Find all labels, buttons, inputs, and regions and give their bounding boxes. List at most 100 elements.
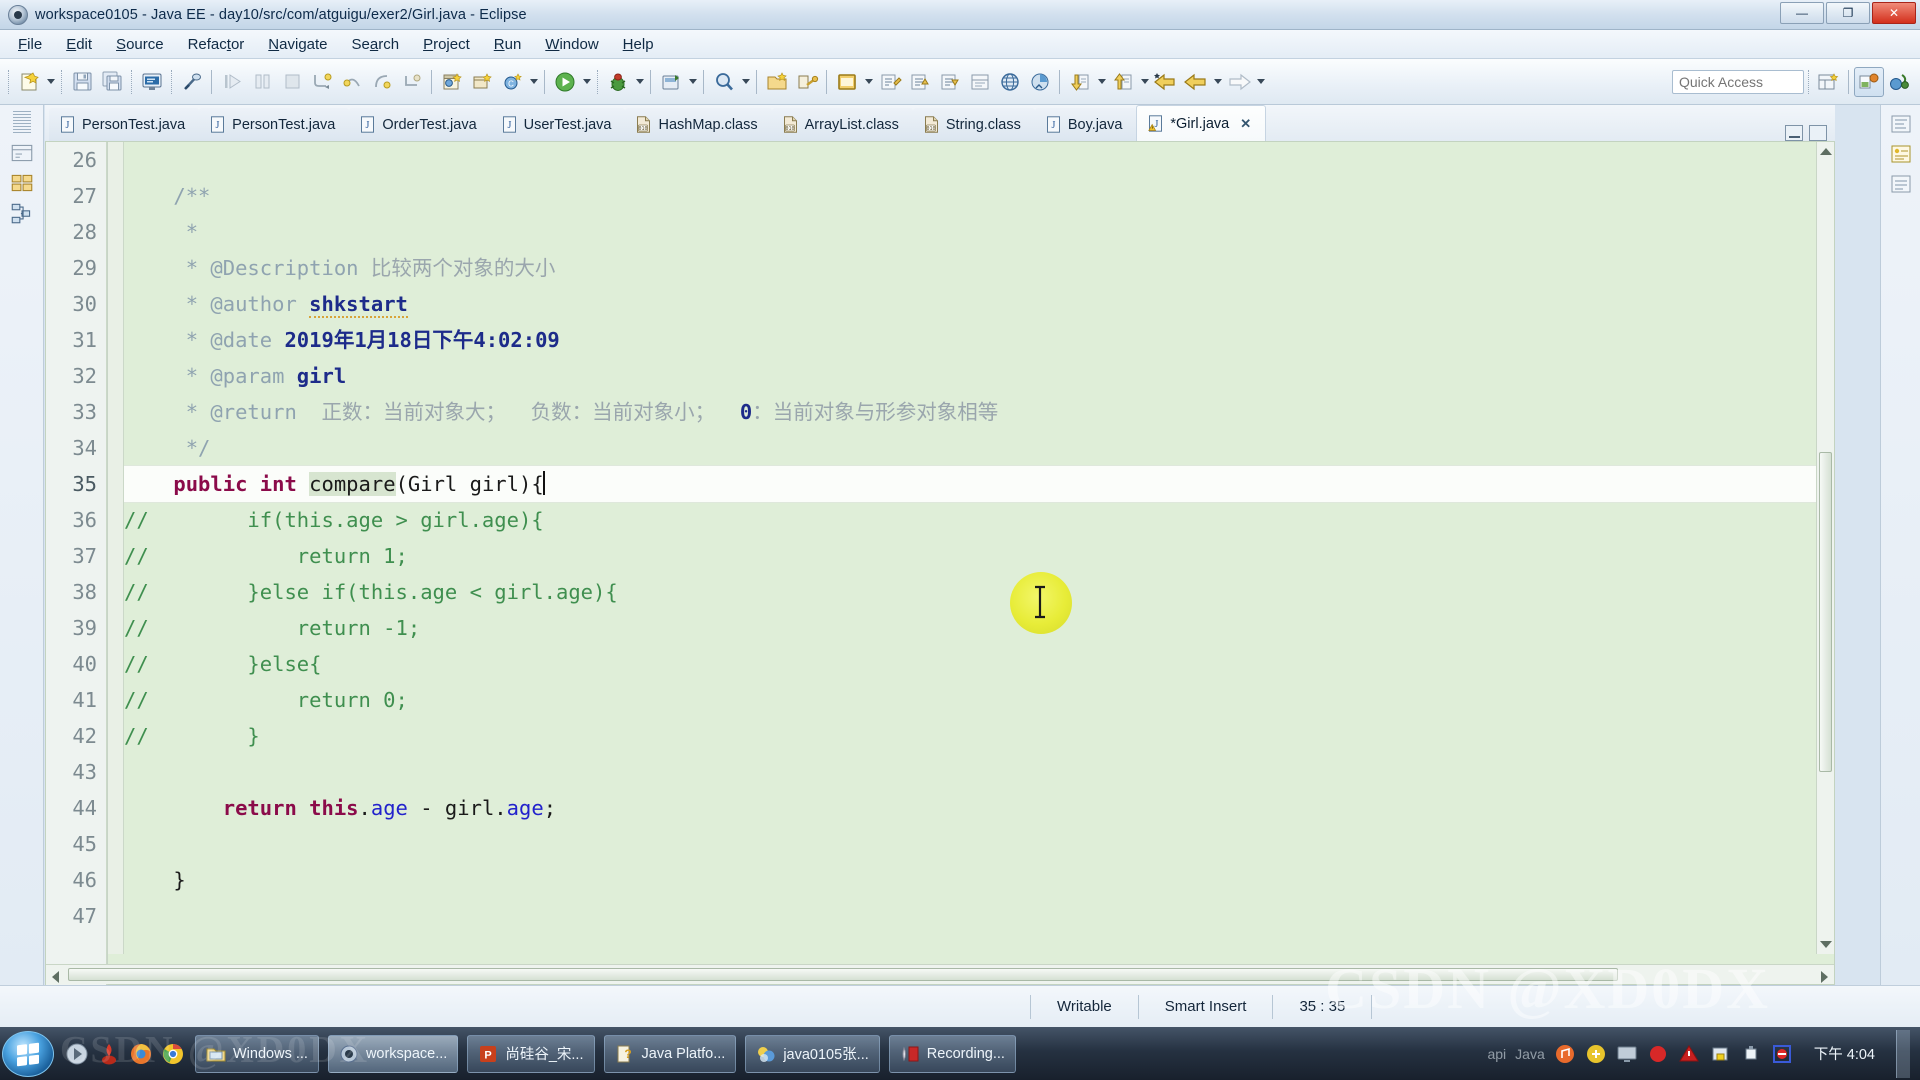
- show-desktop-button[interactable]: [1896, 1029, 1910, 1078]
- editor-tab-boy[interactable]: J Boy.java: [1034, 108, 1137, 141]
- menu-project[interactable]: Project: [411, 33, 482, 56]
- maximize-button[interactable]: ❐: [1826, 2, 1870, 24]
- horizontal-scroll-thumb[interactable]: [68, 968, 1618, 981]
- new-java-project-icon[interactable]: [437, 67, 467, 97]
- previous-edit-icon[interactable]: [1065, 67, 1095, 97]
- menu-refactor[interactable]: Refactor: [176, 33, 257, 56]
- restore-package-explorer-icon[interactable]: [9, 141, 35, 165]
- debug-dropdown-arrow[interactable]: [633, 67, 646, 97]
- open-search-arrow[interactable]: [739, 67, 752, 97]
- code-editor[interactable]: 26 27 28 29 30 31 32 33 34 35 36 37 38 3…: [45, 141, 1835, 986]
- maximize-editor-button[interactable]: [1809, 125, 1827, 141]
- previous-annotation-icon[interactable]: [905, 67, 935, 97]
- menu-run[interactable]: Run: [482, 33, 534, 56]
- menu-navigate[interactable]: Navigate: [256, 33, 339, 56]
- pdf-reader-icon[interactable]: [96, 1040, 122, 1068]
- save-all-icon[interactable]: [97, 67, 127, 97]
- close-icon[interactable]: ✕: [1240, 116, 1251, 132]
- music-icon[interactable]: [1554, 1043, 1576, 1065]
- print-icon[interactable]: [137, 67, 167, 97]
- taskbar-button-java-platform[interactable]: ? Java Platfo...: [603, 1034, 737, 1073]
- step-return-icon[interactable]: [367, 67, 397, 97]
- suspend-icon[interactable]: [247, 67, 277, 97]
- toolbar-grip[interactable]: [8, 69, 10, 94]
- annotation-ruler[interactable]: [108, 142, 124, 954]
- taskbar-clock[interactable]: 下午 4:04: [1802, 1043, 1887, 1064]
- new-class-icon[interactable]: C: [497, 67, 527, 97]
- task-list-icon[interactable]: [1889, 143, 1913, 165]
- menu-edit[interactable]: Edit: [54, 33, 104, 56]
- problems-view-icon[interactable]: [1889, 173, 1913, 195]
- menu-source[interactable]: Source: [104, 33, 176, 56]
- step-over-icon[interactable]: [337, 67, 367, 97]
- editor-tab-hashmap-class[interactable]: 010 HashMap.class: [625, 108, 772, 141]
- minimize-editor-button[interactable]: [1785, 125, 1803, 141]
- toggle-mark-occurrences-icon[interactable]: [177, 67, 207, 97]
- editor-tab-girl-active[interactable]: J *Girl.java ✕: [1136, 105, 1267, 141]
- taskbar-button-explorer[interactable]: Windows ...: [195, 1034, 319, 1073]
- outline-view-icon[interactable]: [1889, 113, 1913, 135]
- firefox-icon[interactable]: [128, 1040, 154, 1068]
- security-icon[interactable]: [1709, 1043, 1731, 1065]
- usb-icon[interactable]: [1740, 1043, 1762, 1065]
- scroll-left-icon[interactable]: [52, 971, 59, 983]
- media-player-icon[interactable]: [64, 1040, 90, 1068]
- debug-icon[interactable]: [603, 67, 633, 97]
- last-edit-location-icon[interactable]: [875, 67, 905, 97]
- java-ee-perspective-icon[interactable]: [1854, 66, 1884, 97]
- editor-tab-arraylist-class[interactable]: 010 ArrayList.class: [771, 108, 913, 141]
- scroll-right-icon[interactable]: [1821, 971, 1828, 983]
- previous-edit-arrow[interactable]: [1095, 67, 1108, 97]
- editor-tab-ordertest[interactable]: J OrderTest.java: [349, 108, 491, 141]
- back-history-icon[interactable]: [1181, 67, 1211, 97]
- search-web-icon[interactable]: [995, 67, 1025, 97]
- menu-file[interactable]: File: [6, 33, 54, 56]
- code-text-area[interactable]: /** * * @Description 比较两个对象的大小 * @author…: [124, 142, 1816, 954]
- editor-tab-string-class[interactable]: 010 String.class: [912, 108, 1035, 141]
- vertical-scroll-thumb[interactable]: [1819, 452, 1832, 772]
- step-into-icon[interactable]: [307, 67, 337, 97]
- link-icon[interactable]: [792, 67, 822, 97]
- taskbar-button-recording[interactable]: Recording...: [888, 1034, 1016, 1073]
- pin-dropdown-arrow[interactable]: [862, 67, 875, 97]
- resume-icon[interactable]: [217, 67, 247, 97]
- hierarchy-icon[interactable]: [9, 201, 35, 225]
- record-status-icon[interactable]: [1647, 1043, 1669, 1065]
- app-icon[interactable]: [1585, 1043, 1607, 1065]
- save-icon[interactable]: [67, 67, 97, 97]
- scroll-down-icon[interactable]: [1820, 941, 1832, 948]
- coverage-icon[interactable]: [1025, 67, 1055, 97]
- drop-to-frame-icon[interactable]: [397, 67, 427, 97]
- editor-tab-persontest-1[interactable]: J PersonTest.java: [49, 108, 200, 141]
- menu-window[interactable]: Window: [533, 33, 610, 56]
- run-dropdown-arrow[interactable]: [580, 67, 593, 97]
- taskbar-button-java0105[interactable]: java0105张...: [745, 1034, 880, 1073]
- back-dropdown-arrow[interactable]: [1211, 67, 1224, 97]
- minimize-button[interactable]: —: [1780, 2, 1824, 24]
- taskbar-button-powerpoint[interactable]: P 尚硅谷_宋...: [467, 1034, 595, 1073]
- forward-dropdown-arrow[interactable]: [1254, 67, 1267, 97]
- terminate-icon[interactable]: [277, 67, 307, 97]
- quick-access-input[interactable]: [1672, 69, 1804, 94]
- external-tools-icon[interactable]: [656, 67, 686, 97]
- back-icon[interactable]: [1151, 67, 1181, 97]
- next-edit-arrow[interactable]: [1138, 67, 1151, 97]
- next-edit-icon[interactable]: [1108, 67, 1138, 97]
- chrome-icon[interactable]: [160, 1040, 186, 1068]
- menu-help[interactable]: Help: [611, 33, 666, 56]
- new-dropdown-arrow[interactable]: [44, 67, 57, 97]
- alert-icon[interactable]: [1678, 1043, 1700, 1065]
- run-icon[interactable]: [550, 67, 580, 97]
- open-search-icon[interactable]: [709, 67, 739, 97]
- forward-icon[interactable]: [1224, 67, 1254, 97]
- toggle-breadcrumb-icon[interactable]: [965, 67, 995, 97]
- new-java-package-icon[interactable]: [467, 67, 497, 97]
- editor-tab-usertest[interactable]: J UserTest.java: [490, 108, 626, 141]
- new-wizard-icon[interactable]: [14, 67, 44, 97]
- new-folder-icon[interactable]: [762, 67, 792, 97]
- pin-editor-icon[interactable]: [832, 67, 862, 97]
- java-perspective-icon[interactable]: [1884, 67, 1914, 97]
- start-button[interactable]: [2, 1030, 54, 1077]
- editor-vertical-scrollbar[interactable]: [1816, 142, 1834, 954]
- external-tools-arrow[interactable]: [686, 67, 699, 97]
